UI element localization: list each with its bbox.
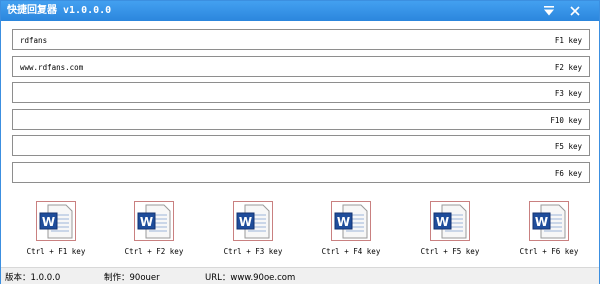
- svg-text:W: W: [436, 215, 449, 229]
- reply-text: rdfans: [20, 36, 48, 45]
- menu-button[interactable]: [541, 3, 557, 19]
- reply-field-1[interactable]: rdfans F1 key: [12, 29, 590, 50]
- shortcut-label: Ctrl + F4 key: [321, 247, 381, 256]
- shortcut-label: Ctrl + F2 key: [124, 247, 184, 256]
- shortcut-label: Ctrl + F5 key: [420, 247, 480, 256]
- shortcut-label: Ctrl + F1 key: [26, 247, 86, 256]
- word-document-icon: W: [233, 201, 273, 241]
- title-bar[interactable]: 快捷回复器 v1.0.0.0: [1, 1, 599, 21]
- version-text: 版本：1.0.0.0: [5, 273, 61, 283]
- reply-field-2[interactable]: www.rdfans.com F2 key: [12, 56, 590, 77]
- hotkey-label: F2 key: [554, 63, 582, 72]
- svg-text:W: W: [337, 215, 350, 229]
- reply-field-4[interactable]: F10 key: [12, 109, 590, 130]
- word-document-icon: W: [430, 201, 470, 241]
- shortcut-button-1[interactable]: W Ctrl + F1 key: [16, 201, 96, 259]
- shortcut-button-3[interactable]: W Ctrl + F3 key: [213, 201, 293, 259]
- hotkey-label: F3 key: [554, 89, 582, 98]
- shortcut-button-5[interactable]: W Ctrl + F5 key: [410, 201, 490, 259]
- hotkey-label: F6 key: [554, 169, 582, 178]
- shortcut-label: Ctrl + F3 key: [223, 247, 283, 256]
- close-button[interactable]: [567, 3, 583, 19]
- svg-text:W: W: [140, 215, 153, 229]
- app-window: 快捷回复器 v1.0.0.0 rdfans F1 key www.rdfans.…: [0, 0, 600, 284]
- reply-field-5[interactable]: F5 key: [12, 135, 590, 156]
- window-title: 快捷回复器 v1.0.0.0: [7, 5, 112, 16]
- word-document-icon: W: [134, 201, 174, 241]
- reply-field-6[interactable]: F6 key: [12, 162, 590, 183]
- url-text: URL：www.90oe.com: [205, 273, 296, 283]
- close-icon: [570, 6, 580, 16]
- hotkey-label: F1 key: [554, 36, 582, 45]
- word-document-icon: W: [36, 201, 76, 241]
- hotkey-label: F5 key: [554, 142, 582, 151]
- triangle-down-icon: [544, 6, 554, 16]
- reply-text: www.rdfans.com: [20, 63, 84, 72]
- author-text: 制作：90ouer: [104, 273, 160, 283]
- shortcut-label: Ctrl + F6 key: [519, 247, 579, 256]
- svg-text:W: W: [535, 215, 548, 229]
- shortcut-button-6[interactable]: W Ctrl + F6 key: [509, 201, 589, 259]
- word-document-icon: W: [331, 201, 371, 241]
- word-document-icon: W: [529, 201, 569, 241]
- reply-field-3[interactable]: F3 key: [12, 82, 590, 103]
- hotkey-label: F10 key: [550, 116, 582, 125]
- svg-text:W: W: [239, 215, 252, 229]
- shortcut-button-4[interactable]: W Ctrl + F4 key: [311, 201, 391, 259]
- svg-text:W: W: [42, 215, 55, 229]
- shortcut-button-2[interactable]: W Ctrl + F2 key: [114, 201, 194, 259]
- status-bar: 版本：1.0.0.0 制作：90ouer URL：www.90oe.com: [1, 267, 599, 284]
